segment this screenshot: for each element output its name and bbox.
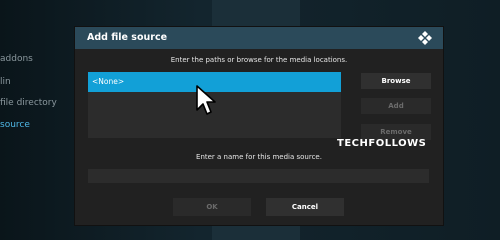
bg-menu-item-file-directory: file directory xyxy=(0,98,57,108)
cancel-button[interactable]: Cancel xyxy=(266,198,344,216)
watermark-part2: FOLLOWS xyxy=(368,138,427,149)
add-file-source-dialog: Add file source Enter the paths or brows… xyxy=(75,27,443,225)
add-button[interactable]: Add xyxy=(361,98,431,114)
mouse-pointer-icon xyxy=(196,85,216,115)
bg-menu-item-addons: addons xyxy=(0,54,33,64)
list-item-label: <None> xyxy=(92,77,125,86)
ok-button[interactable]: OK xyxy=(173,198,251,216)
instruction-name: Enter a name for this media source. xyxy=(196,153,322,161)
watermark-part1: TECH xyxy=(337,138,369,149)
dialog-title: Add file source xyxy=(87,32,168,43)
browse-button[interactable]: Browse xyxy=(361,73,431,89)
bg-menu-item-source: source xyxy=(0,120,30,130)
instruction-paths: Enter the paths or browse for the media … xyxy=(170,56,348,64)
source-name-field[interactable] xyxy=(88,169,429,183)
dialog-header: Add file source xyxy=(75,27,443,49)
watermark: TECHFOLLOWS xyxy=(337,138,426,149)
bg-menu-item-lin: lin xyxy=(0,77,11,87)
kodi-logo-icon xyxy=(418,31,432,45)
